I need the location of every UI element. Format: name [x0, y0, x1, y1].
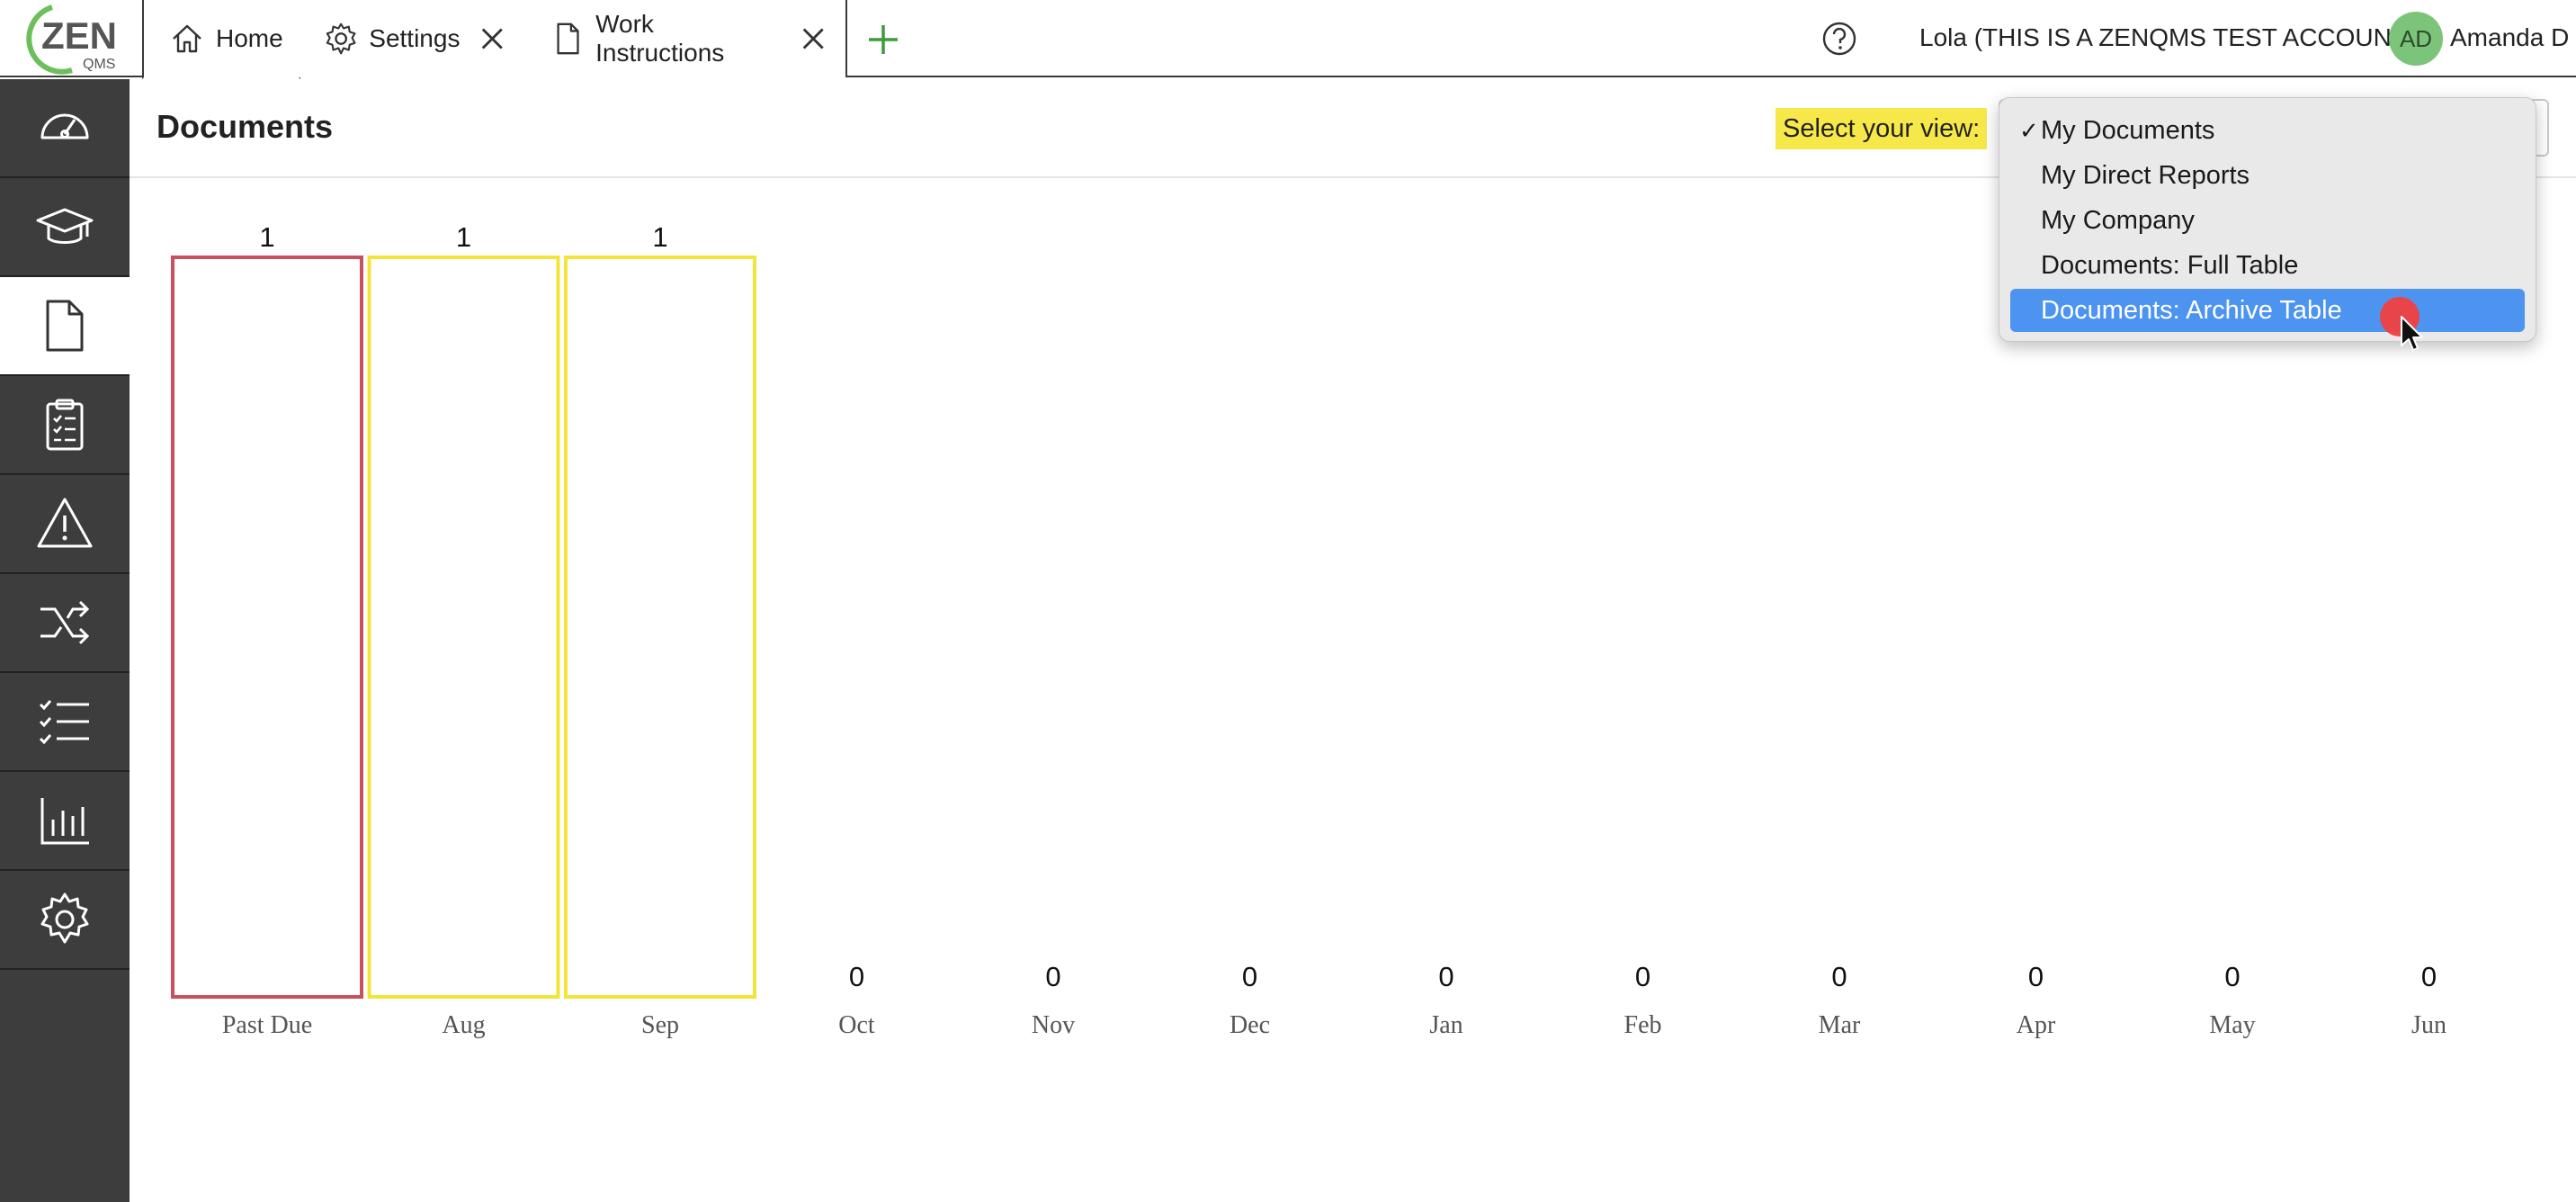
option-my-direct-reports[interactable]: My Direct Reports — [2010, 154, 2525, 197]
sidebar-item-training[interactable] — [0, 178, 130, 277]
tab-work-instructions[interactable]: Work Instructions — [525, 0, 847, 77]
option-my-documents[interactable]: ✓ My Documents — [2010, 109, 2525, 152]
close-icon[interactable] — [478, 23, 507, 54]
sidebar-item-risks[interactable] — [0, 475, 130, 574]
data-label-past-due: 1 — [259, 221, 274, 253]
tick-label-aug: Aug — [442, 1011, 485, 1039]
data-label-jun: 0 — [2421, 961, 2437, 992]
zenqms-logo[interactable]: ZEN QMS — [13, 2, 121, 76]
tick-label-may: May — [2209, 1011, 2255, 1039]
option-my-company[interactable]: My Company — [2010, 199, 2525, 242]
data-label-nov: 0 — [1045, 961, 1060, 992]
documents-icon — [46, 300, 84, 352]
tab-work-instructions-label: Work Instructions — [595, 10, 725, 67]
home-icon — [173, 24, 201, 53]
tick-label-feb: Feb — [1624, 1011, 1662, 1039]
tick-label-mar: Mar — [1819, 1011, 1861, 1039]
top-bar: ZEN QMS Home Settings Work Instructions — [0, 0, 2576, 79]
tick-label-past-due: Past Due — [222, 1011, 312, 1039]
close-icon[interactable] — [799, 23, 827, 54]
training-graduation-cap-icon — [36, 208, 94, 244]
data-label-aug: 1 — [456, 221, 471, 253]
sidebar-item-audits[interactable] — [0, 376, 130, 475]
mouse-cursor-icon — [2401, 316, 2423, 351]
sidebar-item-change-control[interactable] — [0, 574, 130, 673]
tick-label-jun: Jun — [2411, 1011, 2446, 1039]
bar-chart-icon — [40, 798, 89, 845]
gear-icon — [326, 22, 356, 55]
tick-label-oct: Oct — [838, 1011, 875, 1039]
clipboard-checklist-icon — [46, 399, 84, 451]
sidebar-item-dashboard[interactable] — [0, 79, 130, 178]
data-label-oct: 0 — [849, 961, 864, 992]
checkmark-icon: ✓ — [2019, 117, 2039, 144]
help-question-icon[interactable] — [1820, 20, 1858, 58]
add-tab-plus-icon[interactable] — [865, 22, 901, 58]
account-name[interactable]: Lola (THIS IS A ZENQMS TEST ACCOUNT) — [1919, 23, 2415, 52]
data-label-jan: 0 — [1438, 961, 1453, 992]
tick-label-jan: Jan — [1429, 1011, 1462, 1039]
tick-label-sep: Sep — [641, 1011, 679, 1039]
tick-label-apr: Apr — [2017, 1011, 2056, 1039]
tab-settings[interactable]: Settings — [299, 0, 527, 77]
data-label-sep: 1 — [652, 221, 667, 253]
view-dropdown-menu: ✓ My Documents My Direct Reports My Comp… — [1999, 97, 2536, 342]
logo-text: ZEN — [41, 14, 117, 57]
logo-subtext: QMS — [83, 57, 115, 72]
option-label: My Direct Reports — [2041, 161, 2250, 190]
dashboard-gauge-icon — [40, 113, 89, 139]
bar-aug[interactable] — [367, 256, 560, 999]
document-icon — [557, 22, 579, 55]
tab-home[interactable]: Home — [142, 0, 300, 79]
bar-sep[interactable] — [564, 256, 756, 999]
sidebar-item-tasks[interactable] — [0, 673, 130, 772]
data-label-apr: 0 — [2028, 961, 2044, 992]
option-label: Documents: Archive Table — [2041, 296, 2342, 325]
tick-label-dec: Dec — [1230, 1011, 1270, 1039]
sidebar-item-reports[interactable] — [0, 772, 130, 871]
settings-gear-icon — [40, 893, 89, 944]
tab-home-label: Home — [216, 24, 283, 52]
option-label: My Company — [2041, 206, 2195, 235]
page-title: Documents — [157, 108, 334, 145]
option-documents-full-table[interactable]: Documents: Full Table — [2010, 244, 2525, 287]
shuffle-change-icon — [40, 600, 90, 645]
option-label: My Documents — [2041, 116, 2215, 145]
sidebar-item-settings[interactable] — [0, 871, 130, 970]
checklist-icon — [39, 700, 89, 745]
tab-settings-label: Settings — [369, 24, 461, 52]
sidebar-item-documents[interactable] — [0, 277, 130, 376]
data-label-dec: 0 — [1242, 961, 1257, 992]
warning-triangle-icon — [37, 498, 93, 548]
data-label-feb: 0 — [1635, 961, 1650, 992]
tick-label-nov: Nov — [1032, 1011, 1075, 1039]
option-documents-archive-table[interactable]: Documents: Archive Table — [2010, 289, 2525, 332]
data-label-may: 0 — [2224, 961, 2240, 992]
sidebar — [0, 79, 130, 1202]
bar-past-due[interactable] — [171, 256, 363, 999]
option-label: Documents: Full Table — [2041, 251, 2299, 280]
avatar[interactable]: AD — [2389, 12, 2443, 66]
view-select-label: Select your view: — [1775, 108, 1988, 149]
user-name[interactable]: Amanda D — [2450, 23, 2569, 52]
data-label-mar: 0 — [1831, 961, 1847, 992]
